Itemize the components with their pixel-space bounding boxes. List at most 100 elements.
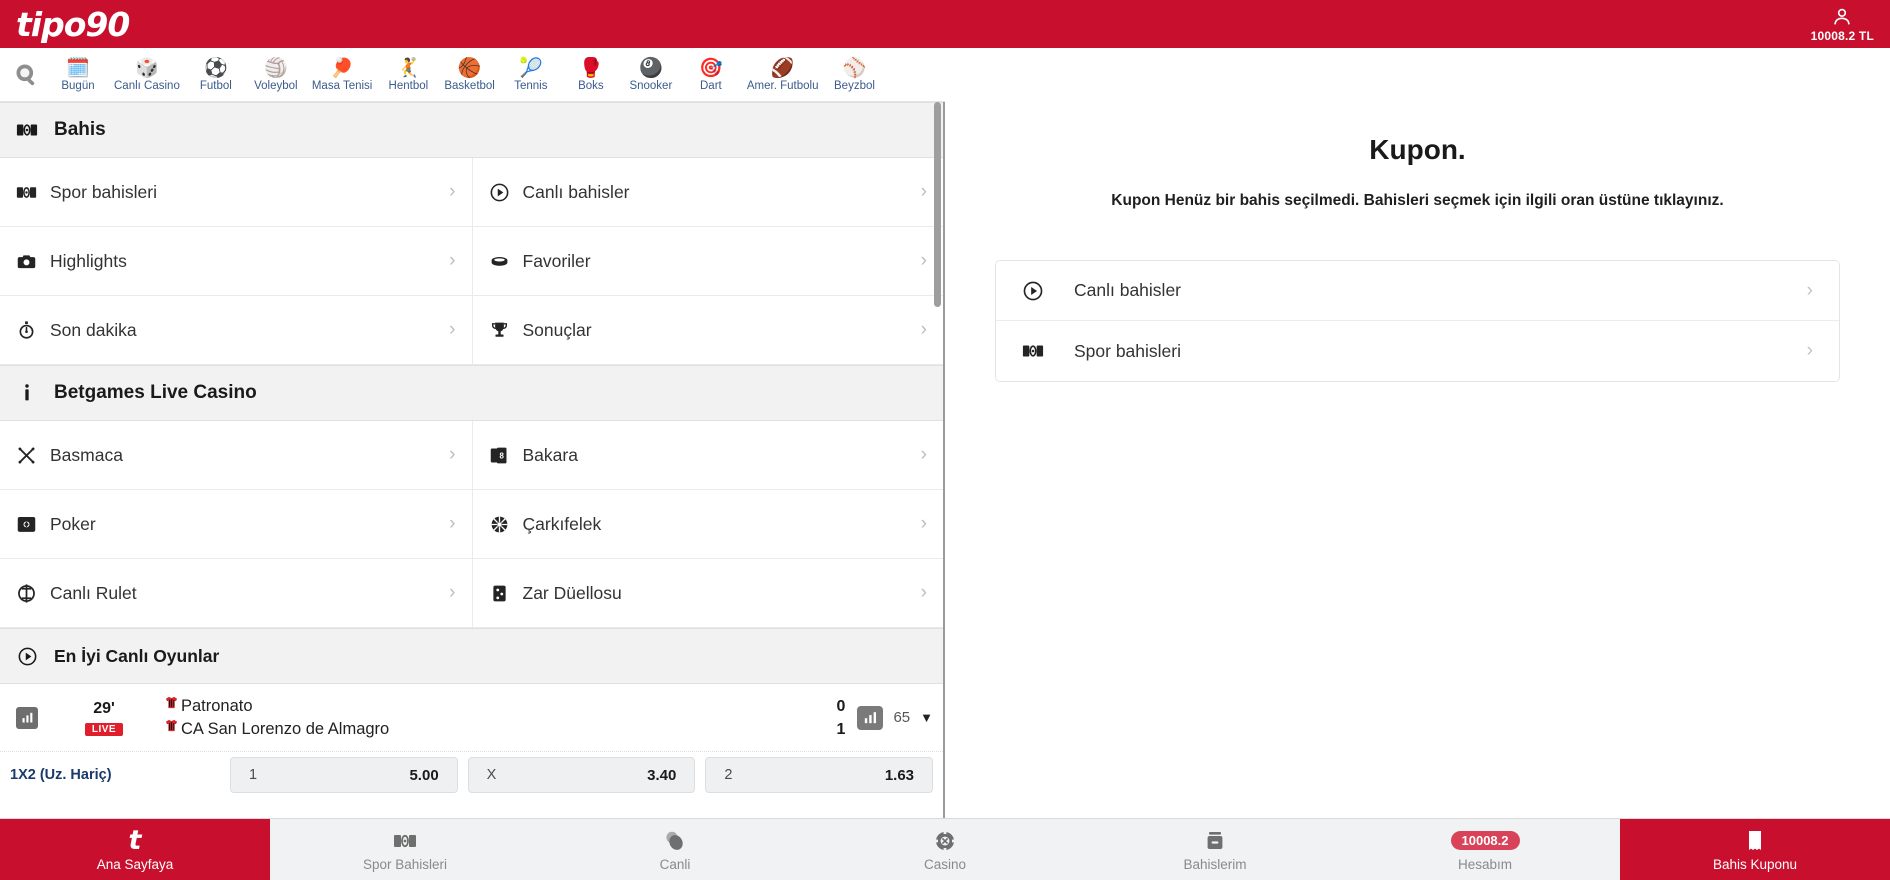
section-grid: Basmaca›8Bakara›Poker›Çarkıfelek›Canlı R… [0, 421, 943, 628]
tab-bahis-kuponu[interactable]: Bahis Kuponu [1620, 819, 1890, 880]
menu-item-label: Zar Düellosu [523, 583, 921, 604]
t-logo-icon: t [129, 828, 142, 854]
bar-chart-icon[interactable] [16, 707, 38, 729]
scoreboard-icon [14, 119, 40, 141]
sport-dice[interactable]: 🎲Canlı Casino [108, 58, 186, 92]
sport-label: Amer. Futbolu [747, 80, 819, 92]
chevron-right-icon: › [449, 181, 455, 203]
tab-label: Canli [660, 857, 691, 872]
menu-item-spor-bahisleri[interactable]: Spor bahisleri› [0, 158, 472, 227]
brand-logo[interactable]: tipo90 [16, 8, 129, 41]
shirt-icon [164, 718, 179, 741]
sport-tennis-ball[interactable]: 🎾Tennis [501, 58, 561, 92]
menu-item--ark-felek[interactable]: Çarkıfelek› [472, 490, 944, 559]
sport-label: Bugün [61, 80, 94, 92]
tab-label: Casino [924, 857, 966, 872]
tab-spor-bahisleri[interactable]: Spor Bahisleri [270, 819, 540, 880]
bar-chart-icon[interactable] [857, 706, 883, 730]
sport-label: Masa Tenisi [312, 80, 373, 92]
menu-item-label: Bakara [523, 445, 921, 466]
handball-icon [663, 828, 687, 854]
sport-handball[interactable]: 🤾Hentbol [378, 58, 438, 92]
chevron-right-icon: › [449, 582, 455, 604]
sport-basketball[interactable]: 🏀Basketbol [438, 58, 501, 92]
scrollbar-thumb[interactable] [934, 102, 941, 307]
tab-hesab-m[interactable]: 10008.2Hesabım [1350, 819, 1620, 880]
sport-baseball[interactable]: ⚾Beyzbol [824, 58, 884, 92]
odd-key: 2 [724, 767, 732, 783]
tab-canli[interactable]: Canli [540, 819, 810, 880]
odd-button[interactable]: X3.40 [468, 757, 696, 793]
menu-item-label: Çarkıfelek [523, 514, 921, 535]
live-games-title: En İyi Canlı Oyunlar [54, 646, 219, 667]
kupon-shortcut-canl-bahisler[interactable]: Canlı bahisler› [996, 261, 1839, 321]
sports-strip: 🗓️Bugün🎲Canlı Casino⚽Futbol🏐Voleybol🏓Mas… [0, 48, 945, 102]
match-row[interactable]: 29'LIVEPatronatoCA San Lorenzo de Almagr… [0, 684, 943, 752]
left-scrollbar[interactable] [934, 102, 941, 880]
dartboard-icon: 🎯 [699, 58, 723, 79]
menu-item-sonu-lar[interactable]: Sonuçlar› [472, 296, 944, 365]
sport-billiard-ball[interactable]: 🎱Snooker [621, 58, 681, 92]
stack-icon [1203, 828, 1227, 854]
sport-label: Hentbol [389, 80, 429, 92]
tab-casino[interactable]: Casino [810, 819, 1080, 880]
sport-boxing-glove[interactable]: 🥊Boks [561, 58, 621, 92]
tab-bahislerim[interactable]: Bahislerim [1080, 819, 1350, 880]
chevron-right-icon: › [921, 181, 927, 203]
odd-value: 5.00 [409, 767, 438, 784]
scoreboard-icon [393, 828, 417, 854]
menu-item-label: Basmaca [50, 445, 449, 466]
page-title: Kupon. [995, 134, 1840, 166]
menu-item-label: Spor bahisleri [50, 182, 449, 203]
sport-label: Voleybol [254, 80, 297, 92]
sport-label: Futbol [200, 80, 232, 92]
stopwatch-icon [16, 320, 50, 341]
tab-ana-sayfaya[interactable]: tAna Sayfaya [0, 819, 270, 880]
match-actions: 65 ▼ [845, 706, 933, 730]
kupon-empty-message: Kupon Henüz bir bahis seçilmedi. Bahisle… [995, 192, 1840, 210]
handball-icon: 🤾 [397, 58, 421, 79]
basketball-icon: 🏀 [458, 58, 482, 79]
kupon-shortcut-spor-bahisleri[interactable]: Spor bahisleri› [996, 321, 1839, 381]
menu-item-son-dakika[interactable]: Son dakika› [0, 296, 472, 365]
chevron-down-icon[interactable]: ▼ [920, 710, 933, 725]
menu-item-basmaca[interactable]: Basmaca› [0, 421, 472, 490]
sport-volleyball[interactable]: 🏐Voleybol [246, 58, 306, 92]
sport-soccer-ball[interactable]: ⚽Futbol [186, 58, 246, 92]
odd-key: 1 [249, 767, 257, 783]
balance-badge: 10008.2 [1451, 831, 1520, 850]
menu-item-canl-bahisler[interactable]: Canlı bahisler› [472, 158, 944, 227]
match-stats-button[interactable] [10, 707, 44, 729]
trophy-icon [489, 320, 523, 341]
search-icon[interactable] [4, 53, 48, 97]
section-grid: Spor bahisleri›Canlı bahisler›Highlights… [0, 158, 943, 365]
home-team-name: Patronato [181, 695, 253, 718]
odd-button[interactable]: 21.63 [705, 757, 933, 793]
kupon-shortcut-list: Canlı bahisler›Spor bahisleri› [995, 260, 1840, 382]
menu-item-highlights[interactable]: Highlights› [0, 227, 472, 296]
menu-item-favoriler[interactable]: Favoriler› [472, 227, 944, 296]
left-scroll-area[interactable]: BahisSpor bahisleri›Canlı bahisler›Highl… [0, 102, 943, 880]
sport-table-tennis[interactable]: 🏓Masa Tenisi [306, 58, 379, 92]
chevron-right-icon: › [449, 319, 455, 341]
chevron-right-icon: › [921, 250, 927, 272]
menu-item-bakara[interactable]: 8Bakara› [472, 421, 944, 490]
sport-american-football[interactable]: 🏈Amer. Futbolu [741, 58, 825, 92]
menu-item-canl-rulet[interactable]: Canlı Rulet› [0, 559, 472, 628]
match-score: 01 [809, 695, 845, 741]
menu-item-zar-d-ellosu[interactable]: Zar Düellosu› [472, 559, 944, 628]
market-row: 1X2 (Uz. Hariç)15.00X3.4021.63 [0, 752, 943, 798]
live-badge: LIVE [85, 723, 123, 736]
sport-label: Canlı Casino [114, 80, 180, 92]
american-football-icon: 🏈 [771, 58, 795, 79]
match-teams: PatronatoCA San Lorenzo de Almagro [164, 695, 809, 741]
boxing-glove-icon: 🥊 [579, 58, 603, 79]
bottom-tab-bar: tAna SayfayaSpor Bahisleri Canli Casino Bah… [0, 818, 1890, 880]
market-count: 65 [893, 709, 910, 726]
roulette-icon [16, 583, 50, 604]
sport-dartboard[interactable]: 🎯Dart [681, 58, 741, 92]
account-button[interactable]: 10008.2 TL [1811, 6, 1874, 43]
sport-calendar[interactable]: 🗓️Bugün [48, 58, 108, 92]
odd-button[interactable]: 15.00 [230, 757, 458, 793]
menu-item-poker[interactable]: Poker› [0, 490, 472, 559]
